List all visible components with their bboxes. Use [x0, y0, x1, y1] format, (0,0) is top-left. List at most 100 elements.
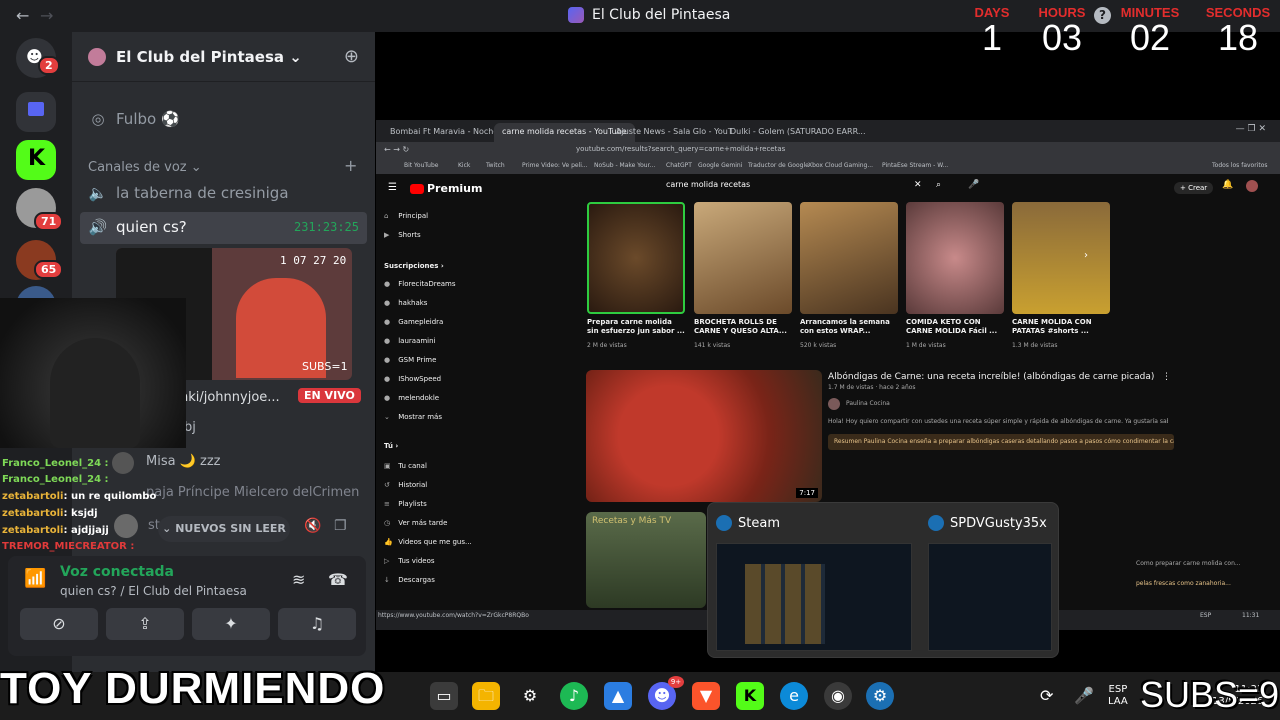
yt-sub-item[interactable]: ● FlorecitaDreams: [384, 280, 456, 288]
edge-icon[interactable]: e: [780, 682, 808, 710]
activities-button[interactable]: ✦: [192, 608, 270, 640]
yt-you-item[interactable]: ↓ Descargas: [384, 576, 435, 584]
yt-sub-item[interactable]: ● melendokle: [384, 394, 439, 402]
featured-title[interactable]: Albóndigas de Carne: una receta increíbl…: [828, 372, 1154, 382]
video-title[interactable]: COMIDA KETO CON CARNE MOLIDA Fácil ...: [906, 318, 1004, 336]
steam-taskbar-icon[interactable]: ⚙: [866, 682, 894, 710]
yt-you-item[interactable]: ▷ Tus videos: [384, 557, 435, 565]
bookmark[interactable]: NoSub - Make Your...: [594, 162, 655, 169]
signal-icon[interactable]: 📶: [24, 568, 46, 589]
kick-icon[interactable]: K: [736, 682, 764, 710]
url-input[interactable]: youtube.com/results?search_query=carne+m…: [576, 145, 785, 153]
screen-share-button[interactable]: ⇪: [106, 608, 184, 640]
video-thumbnail[interactable]: [1012, 202, 1110, 314]
help-icon[interactable]: ?: [1094, 7, 1111, 24]
nav-arrows-icon[interactable]: ← → ↻: [384, 145, 409, 154]
camera-off-button[interactable]: ⊘: [20, 608, 98, 640]
invite-icon[interactable]: ⊕: [344, 46, 359, 67]
bell-icon[interactable]: 🔔: [1222, 180, 1233, 190]
spotify-icon[interactable]: ♪: [560, 682, 588, 710]
yt-you-item[interactable]: ◷ Ver más tarde: [384, 519, 447, 527]
subs-heading[interactable]: Suscripciones ›: [384, 262, 444, 270]
video-thumbnail[interactable]: [694, 202, 792, 314]
you-heading[interactable]: Tú ›: [384, 442, 398, 450]
obs-icon[interactable]: ◉: [824, 682, 852, 710]
yt-you-item[interactable]: ▣ Tu canal: [384, 462, 427, 470]
soundboard-button[interactable]: ♫: [278, 608, 356, 640]
popout-icon[interactable]: ❐: [334, 518, 347, 534]
youtube-logo[interactable]: Premium: [410, 182, 482, 195]
channel-taberna[interactable]: 🔈 la taberna de cresiniga: [80, 178, 367, 210]
bookmark[interactable]: PintaEse Stream - W...: [882, 162, 948, 169]
file-explorer-icon[interactable]: 🗀: [472, 682, 500, 710]
create-button[interactable]: + Crear: [1174, 182, 1214, 194]
sync-icon[interactable]: ⟳: [1040, 686, 1053, 705]
window-controls[interactable]: — ❐ ✕: [1236, 124, 1266, 134]
show-more[interactable]: ⌄ Mostrar más: [384, 413, 442, 421]
bookmark[interactable]: Traductor de Google: [748, 162, 809, 169]
mic-icon[interactable]: 🎤: [968, 180, 979, 190]
video-title[interactable]: BROCHETA ROLLS DE CARNE Y QUESO ALTA...: [694, 318, 792, 336]
more-options-icon[interactable]: ⋮: [1162, 372, 1171, 382]
yt-sub-item[interactable]: ● hakhaks: [384, 299, 427, 307]
bookmark[interactable]: Prime Video: Ve peli...: [522, 162, 588, 169]
yt-sub-item[interactable]: ● GSM Prime: [384, 356, 436, 364]
video-thumbnail[interactable]: [800, 202, 898, 314]
search-icon[interactable]: ⌕: [936, 180, 941, 190]
member-paja[interactable]: paja Príncipe Mielcero delCrimen: [146, 485, 359, 500]
bookmark[interactable]: Kick: [458, 162, 470, 169]
yt-you-item[interactable]: ≡ Playlists: [384, 500, 427, 508]
yt-sub-item[interactable]: ● lauraamini: [384, 337, 436, 345]
menu-icon[interactable]: ☰: [388, 182, 397, 193]
yt-side-item[interactable]: ▶ Shorts: [384, 231, 421, 239]
second-thumbnail[interactable]: Recetas y Más TV: [586, 512, 706, 608]
popup-title-steam[interactable]: Steam: [716, 515, 780, 531]
task-view-icon[interactable]: ▭: [430, 682, 458, 710]
bookmark[interactable]: Xbox Cloud Gaming...: [808, 162, 873, 169]
popup-title-profile[interactable]: SPDVGusty35x: [928, 515, 1047, 531]
featured-thumbnail[interactable]: 7:17: [586, 370, 822, 502]
server-name[interactable]: El Club del Pintaesa ⌄: [116, 48, 302, 66]
video-title[interactable]: CARNE MOLIDA CON PATATAS #shorts ...: [1012, 318, 1110, 336]
carousel-next-icon[interactable]: ›: [1084, 250, 1088, 261]
ai-summary[interactable]: Resumen Paulina Cocina enseña a preparar…: [828, 434, 1174, 450]
folder-icon[interactable]: [16, 92, 56, 132]
clear-search-icon[interactable]: ✕: [914, 180, 922, 190]
featured-author[interactable]: Paulina Cocina: [846, 400, 890, 407]
yt-sub-item[interactable]: ● IShowSpeed: [384, 375, 441, 383]
browser-tab[interactable]: Ajuste News - Sala Glo - YouT: [608, 123, 741, 142]
voice-status[interactable]: Voz conectada: [60, 564, 174, 580]
disconnect-icon[interactable]: ☎: [328, 570, 348, 589]
photos-icon[interactable]: ▲: [604, 682, 632, 710]
video-thumbnail[interactable]: [906, 202, 1004, 314]
channel-quien-cs[interactable]: 🔊 quien cs? 231:23:25: [80, 212, 367, 244]
unread-pill[interactable]: ⌄ NUEVOS SIN LEER: [158, 516, 290, 542]
bookmark[interactable]: Twitch: [486, 162, 505, 169]
bookmark[interactable]: Google Gemini: [698, 162, 742, 169]
kick-server-icon[interactable]: K: [16, 140, 56, 180]
brave-icon[interactable]: ▼: [692, 682, 720, 710]
video-title[interactable]: Arrancamos la semana con estos WRAP...: [800, 318, 898, 336]
video-thumbnail[interactable]: [587, 202, 685, 314]
yt-you-item[interactable]: 👍 Videos que me gus...: [384, 538, 472, 546]
profile-avatar[interactable]: [1246, 180, 1258, 192]
settings-icon[interactable]: ⚙: [516, 682, 544, 710]
add-channel-icon[interactable]: +: [344, 156, 357, 175]
yt-side-item[interactable]: ⌂ Principal: [384, 212, 428, 220]
mute-stream-icon[interactable]: 🔇: [304, 518, 321, 534]
yt-you-item[interactable]: ↺ Historial: [384, 481, 427, 489]
soundboard-icon[interactable]: ≋: [292, 570, 305, 589]
voice-category[interactable]: Canales de voz ⌄: [88, 160, 202, 175]
bookmark[interactable]: ChatGPT: [666, 162, 692, 169]
language-indicator[interactable]: ESP LAA: [1108, 684, 1128, 708]
yt-sub-item[interactable]: ● Gamepleidra: [384, 318, 443, 326]
microphone-icon[interactable]: 🎤: [1074, 686, 1094, 705]
all-bookmarks[interactable]: Todos los favoritos: [1212, 162, 1268, 169]
bookmark[interactable]: Bit YouTube: [404, 162, 438, 169]
video-title[interactable]: Prepara carne molida sin esfuerzo jun sa…: [587, 318, 685, 336]
back-arrow-icon[interactable]: ←: [16, 6, 29, 25]
member-misa[interactable]: Misa 🌙 zzz: [146, 454, 221, 469]
channel-fulbo[interactable]: ◎ Fulbo ⚽: [80, 104, 367, 136]
forward-arrow-icon[interactable]: →: [40, 6, 53, 25]
voice-location[interactable]: quien cs? / El Club del Pintaesa: [60, 584, 247, 598]
